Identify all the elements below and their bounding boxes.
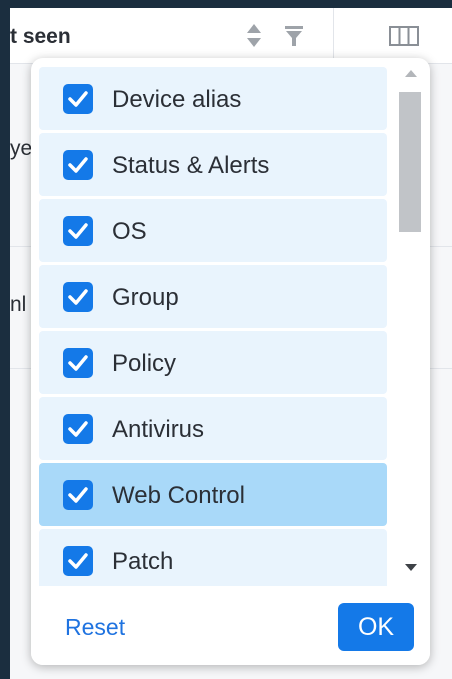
column-header-last-seen[interactable]: t seen	[10, 25, 71, 49]
dropdown-footer: Reset OK	[31, 586, 430, 665]
background-cell-text: ye	[10, 137, 33, 160]
page: t seen ye nl Device alias Status & Alert…	[0, 0, 452, 679]
column-option-label: Patch	[112, 548, 174, 575]
column-option-label: Device alias	[112, 86, 242, 113]
reset-link[interactable]: Reset	[65, 614, 125, 641]
checkbox[interactable]	[63, 546, 93, 576]
scroll-up-arrow-icon[interactable]	[405, 70, 417, 77]
column-option-policy[interactable]: Policy	[39, 331, 387, 394]
checkbox[interactable]	[63, 216, 93, 246]
filter-icon[interactable]	[284, 25, 304, 47]
background-cell-text: nl	[10, 293, 27, 316]
check-icon	[68, 223, 88, 239]
column-option-label: OS	[112, 218, 147, 245]
check-icon	[68, 355, 88, 371]
check-icon	[68, 289, 88, 305]
column-chooser-dropdown: Device alias Status & Alerts OS Group Po…	[31, 58, 430, 665]
scroll-down-arrow-icon[interactable]	[405, 564, 417, 571]
list-scrollbar[interactable]	[396, 66, 424, 581]
checkbox[interactable]	[63, 480, 93, 510]
ok-button[interactable]: OK	[338, 603, 414, 651]
column-option-patch[interactable]: Patch	[39, 529, 387, 586]
column-option-label: Status & Alerts	[112, 152, 270, 179]
column-option-label: Antivirus	[112, 416, 205, 443]
column-option-status-alerts[interactable]: Status & Alerts	[39, 133, 387, 196]
column-option-os[interactable]: OS	[39, 199, 387, 262]
checkbox[interactable]	[63, 282, 93, 312]
column-option-antivirus[interactable]: Antivirus	[39, 397, 387, 460]
sort-icon[interactable]	[246, 23, 262, 49]
column-separator	[333, 8, 334, 64]
checkbox[interactable]	[63, 348, 93, 378]
column-option-label: Group	[112, 284, 179, 311]
check-icon	[68, 91, 88, 107]
column-option-web-control[interactable]: Web Control	[39, 463, 387, 526]
columns-chooser-icon[interactable]	[389, 26, 419, 46]
column-option-label: Policy	[112, 350, 177, 377]
scrollbar-thumb[interactable]	[399, 92, 421, 232]
check-icon	[68, 157, 88, 173]
checkbox[interactable]	[63, 150, 93, 180]
table-header-row: t seen	[10, 8, 452, 64]
checkbox[interactable]	[63, 84, 93, 114]
column-option-label: Web Control	[112, 482, 245, 509]
check-icon	[68, 553, 88, 569]
column-option-group[interactable]: Group	[39, 265, 387, 328]
checkbox[interactable]	[63, 414, 93, 444]
check-icon	[68, 421, 88, 437]
column-list: Device alias Status & Alerts OS Group Po…	[31, 58, 430, 586]
column-option-device-alias[interactable]: Device alias	[39, 67, 387, 130]
check-icon	[68, 487, 88, 503]
